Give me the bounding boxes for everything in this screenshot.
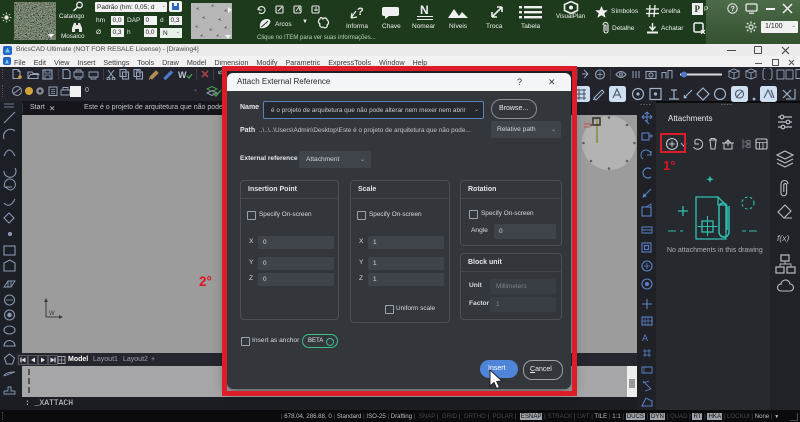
svg-text:A: A [642, 333, 648, 343]
svg-text:f(x): f(x) [777, 233, 789, 243]
svg-text:?: ? [357, 6, 364, 18]
svg-text:?: ? [730, 4, 735, 13]
svg-text:W: W [178, 70, 187, 80]
svg-text:W: W [49, 311, 55, 317]
